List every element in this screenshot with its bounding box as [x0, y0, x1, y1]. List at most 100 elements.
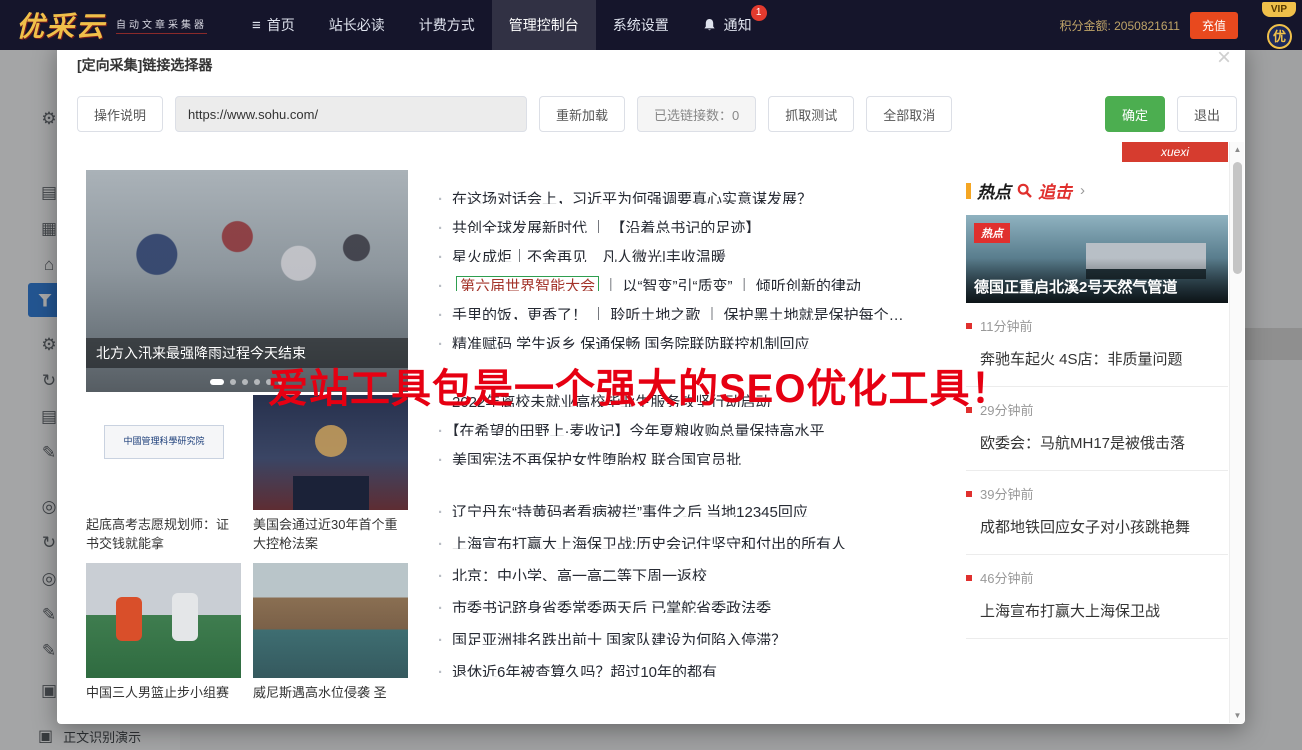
exit-button[interactable]: 退出 — [1177, 96, 1237, 132]
nav-billing[interactable]: 计费方式 — [402, 0, 492, 50]
bullet-square — [966, 575, 972, 581]
grab-test-button[interactable]: 抓取测试 — [768, 96, 854, 132]
notification-badge: 1 — [751, 5, 767, 21]
selected-links-count: 已选链接数：0 — [637, 96, 756, 132]
vertical-scrollbar[interactable]: ▲ ▼ — [1229, 142, 1244, 723]
partial-banner-image[interactable]: xuexi — [1122, 142, 1228, 162]
hot-item: 29分钟前 欧委会：马航MH17是被俄击落 — [966, 387, 1228, 471]
hot-item-title[interactable]: 成都地铁回应女子对小孩跳艳舞 — [966, 516, 1228, 537]
hot-topics-header[interactable]: 热点 追击 › — [966, 178, 1228, 203]
carousel-dots — [86, 379, 408, 385]
webpage-preview: xuexi 北方入汛来最强降雨过程今天结束 中國管理科學研究院 起底高考志愿规划… — [58, 142, 1244, 723]
help-button[interactable]: 操作说明 — [77, 96, 163, 132]
dialog-toolbar: 操作说明 重新加载 已选链接数：0 抓取测试 全部取消 确定 退出 — [77, 96, 1237, 132]
url-input[interactable] — [175, 96, 527, 132]
card-caption: 威尼斯遇高水位侵袭 圣 — [253, 678, 408, 723]
card-caption: 美国会通过近30年首个重大控枪法案 — [253, 510, 408, 563]
hot-item-time: 39分钟前 — [966, 484, 1228, 503]
recharge-button[interactable]: 充值 — [1190, 12, 1238, 39]
news-card[interactable]: 中國管理科學研究院 起底高考志愿规划师：证书交钱就能拿 — [86, 395, 241, 563]
news-link[interactable]: 在这场对话会上，习近平为何强调要真心实意谋发展？ — [438, 188, 946, 204]
card-image-president — [253, 395, 408, 510]
card-image-venice — [253, 563, 408, 678]
hot-topics-panel: 热点 追击 › 热点 德国正重启北溪2号天然气管道 11分钟前 奔驰车起火 4S… — [966, 178, 1228, 639]
main-nav: ≡首页 站长必读 计费方式 管理控制台 系统设置 通知 1 — [235, 0, 769, 50]
cancel-all-button[interactable]: 全部取消 — [866, 96, 952, 132]
news-link[interactable]: 美国宪法不再保护女性堕胎权 联合国官员批 — [438, 449, 946, 465]
headline-list: 在这场对话会上，习近平为何强调要真心实意谋发展？ 共创全球发展新时代 ｜ 【沿着… — [438, 188, 946, 693]
vip-badge: VIP — [1262, 2, 1296, 17]
news-card[interactable]: 美国会通过近30年首个重大控枪法案 — [253, 395, 408, 563]
hot-item: 11分钟前 奔驰车起火 4S店：非质量问题 — [966, 303, 1228, 387]
news-link[interactable]: 2022年离校未就业高校毕业生服务攻坚行动启动 — [438, 391, 946, 407]
hot-item-title[interactable]: 上海宣布打赢大上海保卫战 — [966, 600, 1228, 621]
hot-item-title[interactable]: 欧委会：马航MH17是被俄击落 — [966, 432, 1228, 453]
logo-text: 优采云 — [16, 5, 106, 45]
link-selector-dialog: [定向采集]链接选择器 × 操作说明 重新加载 已选链接数：0 抓取测试 全部取… — [57, 42, 1245, 724]
bullet-square — [966, 323, 972, 329]
news-link[interactable]: 星火成炬｜不舍再见 凡人微光|丰收温暖 — [438, 246, 946, 262]
card-image-institute: 中國管理科學研究院 — [86, 395, 241, 510]
news-link[interactable]: 北京：中小学、高一高二等下周一返校 — [438, 565, 946, 581]
hero-carousel[interactable]: 北方入汛来最强降雨过程今天结束 — [86, 170, 408, 392]
news-link[interactable]: 国足亚洲排名跌出前十 国家队建设为何陷入停滞？ — [438, 629, 946, 645]
dialog-title: [定向采集]链接选择器 — [77, 55, 212, 75]
image-card-grid: 中國管理科學研究院 起底高考志愿规划师：证书交钱就能拿 美国会通过近30年首个重… — [86, 395, 408, 723]
credits-amount: 积分金额: 2050821611 — [1059, 17, 1180, 34]
news-card[interactable]: 威尼斯遇高水位侵袭 圣 — [253, 563, 408, 723]
nav-system-settings[interactable]: 系统设置 — [596, 0, 686, 50]
nav-notifications[interactable]: 通知 1 — [686, 0, 769, 50]
hot-item-time: 11分钟前 — [966, 316, 1228, 335]
selected-link-highlight[interactable]: 第六届世界智能大会 — [456, 276, 599, 291]
hot-feature-story[interactable]: 热点 德国正重启北溪2号天然气管道 — [966, 215, 1228, 303]
hot-item: 46分钟前 上海宣布打赢大上海保卫战 — [966, 555, 1228, 639]
menu-icon: ≡ — [252, 17, 261, 34]
carousel-dot[interactable] — [254, 379, 260, 385]
accent-bar — [966, 183, 971, 199]
news-link[interactable]: 辽宁丹东“持黄码者看病被拦”事件之后 当地12345回应 — [438, 501, 946, 517]
bullet-square — [966, 407, 972, 413]
news-link[interactable]: 退休近6年被查算久吗？超过10年的都有 — [438, 661, 946, 677]
news-link[interactable]: 共创全球发展新时代 ｜ 【沿着总书记的足迹】 — [438, 217, 946, 233]
news-link[interactable]: 市委书记跻身省委常委两天后 已掌舵省委政法委 — [438, 597, 946, 613]
carousel-dot[interactable] — [278, 379, 284, 385]
carousel-dot[interactable] — [210, 379, 224, 385]
card-image-basketball — [86, 563, 241, 678]
carousel-dot[interactable] — [230, 379, 236, 385]
logo-tagline: 自动文章采集器 — [116, 16, 207, 34]
bell-icon — [703, 2, 716, 52]
news-card[interactable]: 中国三人男篮止步小组赛 — [86, 563, 241, 723]
hot-item-time: 29分钟前 — [966, 400, 1228, 419]
institute-sign: 中國管理科學研究院 — [104, 425, 224, 459]
nav-admin-console[interactable]: 管理控制台 — [492, 0, 596, 50]
card-caption: 起底高考志愿规划师：证书交钱就能拿 — [86, 510, 241, 563]
scroll-up-icon[interactable]: ▲ — [1230, 142, 1244, 157]
news-link[interactable]: 精准赋码 学生返乡 保通保畅 国务院联防联控机制回应 — [438, 333, 946, 349]
news-link[interactable]: 上海宣布打赢大上海保卫战:历史会记住坚守和付出的所有人 — [438, 533, 946, 549]
app-logo: 优采云 自动文章采集器 — [16, 5, 207, 45]
brand-coin-logo: 优 — [1267, 24, 1292, 49]
news-link[interactable]: 手里的饭，更香了！ ｜ 聆听土地之歌 ｜ 保护黑土地就是保护每个… — [438, 304, 946, 320]
magnifier-icon — [1017, 183, 1032, 198]
news-link-selected[interactable]: 第六届世界智能大会 ｜ 以“智变”引“质变” ｜ 倾听创新的律动 — [438, 275, 946, 291]
reload-button[interactable]: 重新加载 — [539, 96, 625, 132]
nav-webmaster-read[interactable]: 站长必读 — [312, 0, 402, 50]
confirm-button[interactable]: 确定 — [1105, 96, 1165, 132]
hero-caption: 北方入汛来最强降雨过程今天结束 — [86, 338, 408, 368]
carousel-dot[interactable] — [266, 379, 272, 385]
hot-item-title[interactable]: 奔驰车起火 4S店：非质量问题 — [966, 348, 1228, 369]
scroll-down-icon[interactable]: ▼ — [1230, 708, 1244, 723]
nav-home[interactable]: ≡首页 — [235, 0, 312, 50]
card-caption: 中国三人男篮止步小组赛 — [86, 678, 241, 723]
hot-item-time: 46分钟前 — [966, 568, 1228, 587]
topbar-right: 积分金额: 2050821611 充值 — [1059, 12, 1238, 39]
hot-tag: 热点 — [974, 223, 1010, 243]
hot-item: 39分钟前 成都地铁回应女子对小孩跳艳舞 — [966, 471, 1228, 555]
topbar: 优采云 自动文章采集器 ≡首页 站长必读 计费方式 管理控制台 系统设置 通知 … — [0, 0, 1302, 50]
news-link[interactable]: 【在希望的田野上·麦收记】今年夏粮收购总量保持高水平 — [438, 420, 946, 436]
hot-feature-title: 德国正重启北溪2号天然气管道 — [966, 258, 1228, 303]
bullet-square — [966, 491, 972, 497]
chevron-right-icon: › — [1080, 182, 1085, 199]
scrollbar-thumb[interactable] — [1233, 162, 1242, 274]
carousel-dot[interactable] — [242, 379, 248, 385]
